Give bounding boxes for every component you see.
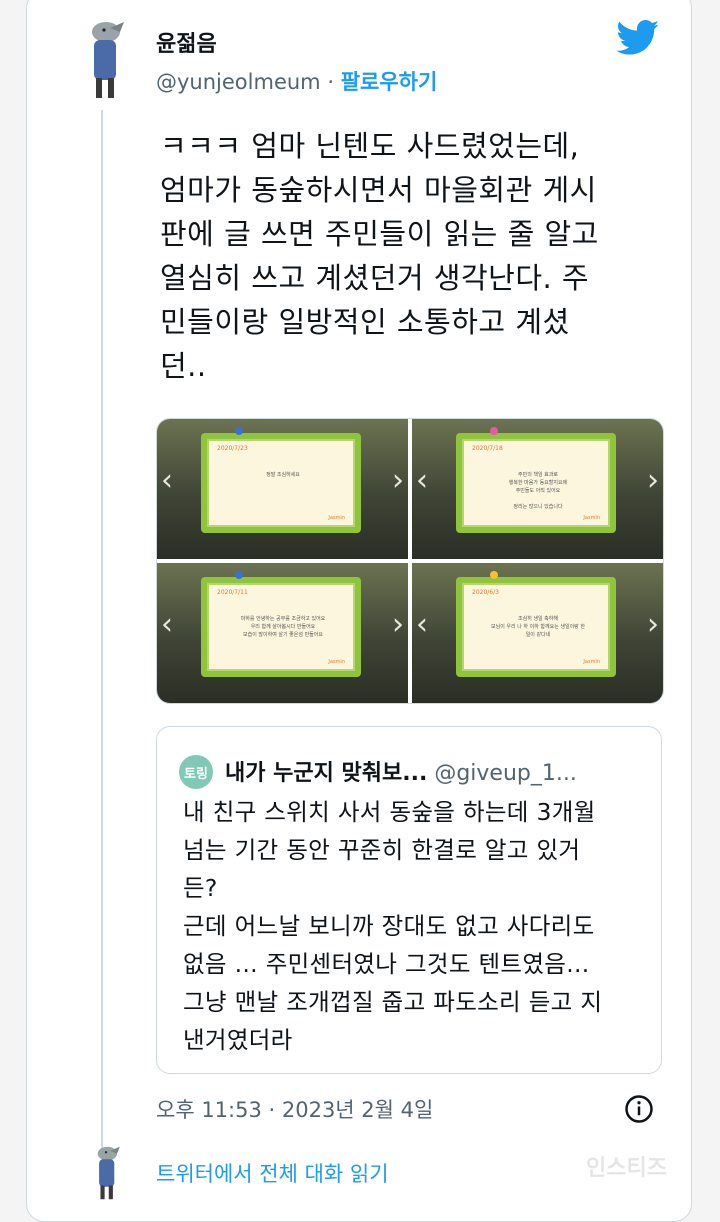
- tweet-text-line: ㅋㅋㅋ 엄마 닌텐도 사드렸었는데,: [160, 129, 580, 163]
- tweet-timestamp[interactable]: 오후 11:53 · 2023년 2월 4일: [156, 1094, 433, 1124]
- quote-avatar: 토링: [179, 755, 213, 789]
- chevron-right-icon: ›: [647, 463, 659, 498]
- bulletin-message: 주민의 책임 효과로 행복한 마음가 동요할지요에 주민들도 아직 있어요 정리…: [508, 472, 568, 510]
- bulletin-message: 조심히 생일 축하해 모님이 우리 나 하 이하 함께요는 생일이랑 한 일이 …: [491, 616, 585, 638]
- bulletin-date: 2020/7/23: [217, 445, 248, 452]
- twitter-bird-icon[interactable]: [616, 20, 660, 60]
- bulletin-signature: Jasmin: [328, 659, 345, 665]
- quote-text-line: 든?: [183, 874, 218, 902]
- bulletin-signature: Jasmin: [328, 515, 345, 521]
- author-avatar[interactable]: [80, 18, 128, 102]
- bulletin-paper: 2020/7/23 정말 조심하세요 Jasmin: [207, 439, 355, 527]
- tweet-text-line: 민들이랑 일방적인 소통하고 계셨: [160, 305, 570, 339]
- quoted-tweet[interactable]: 토링 내가 누군지 맞춰보... @giveup_1... 내 친구 스위치 사…: [156, 726, 662, 1074]
- media-image-1[interactable]: 2020/7/23 정말 조심하세요 Jasmin ‹ ›: [157, 419, 408, 559]
- bulletin-signature: Jasmin: [583, 659, 600, 665]
- author-name[interactable]: 윤젊음: [156, 26, 217, 58]
- bulletin-board: 2020/6/3 조심히 생일 축하해 모님이 우리 나 하 이하 함께요는 생…: [456, 577, 616, 677]
- quote-text: 내 친구 스위치 사서 동숲을 하는데 3개월 넘는 기간 동안 꾸준히 한결로…: [183, 793, 653, 1059]
- chevron-left-icon: ‹: [161, 607, 173, 642]
- quote-text-line: 내 친구 스위치 사서 동숲을 하는데 3개월: [183, 798, 596, 826]
- flower-pin-icon: [490, 427, 498, 435]
- quote-text-line: 낸거였더라: [183, 1026, 293, 1054]
- quote-text-line: 그냥 맨날 조개껍질 줍고 파도소리 듣고 지: [183, 988, 603, 1016]
- bulletin-date: 2020/7/18: [472, 445, 503, 452]
- pin-icon: [235, 571, 243, 579]
- chevron-right-icon: ›: [392, 607, 404, 642]
- author-handle[interactable]: @yunjeolmeum: [156, 70, 321, 94]
- bulletin-signature: Jasmin: [583, 515, 600, 521]
- chevron-right-icon: ›: [392, 463, 404, 498]
- thread-line: [101, 110, 103, 1150]
- watermark: 인스티즈: [586, 1156, 667, 1181]
- pin-icon: [235, 427, 243, 435]
- media-image-2[interactable]: 2020/7/18 주민의 책임 효과로 행복한 마음가 동요할지요에 주민들도…: [412, 419, 663, 559]
- quote-author-name: 내가 누군지 맞춰보...: [225, 761, 428, 786]
- bulletin-board: 2020/7/11 마하를 안녕하는 공부를 조금하고 있어요 우리 함께 살아…: [201, 577, 361, 677]
- read-full-conversation-link[interactable]: 트위터에서 전체 대화 읽기: [156, 1158, 389, 1188]
- media-image-4[interactable]: 2020/6/3 조심히 생일 축하해 모님이 우리 나 하 이하 함께요는 생…: [412, 563, 663, 703]
- quote-author-handle: @giveup_1...: [434, 761, 577, 786]
- media-grid: 2020/7/23 정말 조심하세요 Jasmin ‹ › 2020/7/18 …: [156, 418, 664, 704]
- chevron-left-icon: ‹: [416, 463, 428, 498]
- quote-text-line: 넘는 기간 동안 꾸준히 한결로 알고 있거: [183, 836, 581, 864]
- bulletin-message: 정말 조심하세요: [266, 472, 300, 478]
- tweet-text-line: 던..: [160, 349, 207, 383]
- follow-button[interactable]: 팔로우하기: [341, 70, 438, 94]
- author-avatar-small[interactable]: [86, 1144, 126, 1202]
- chevron-left-icon: ‹: [416, 607, 428, 642]
- bulletin-date: 2020/6/3: [472, 589, 499, 596]
- bulletin-message: 마하를 안녕하는 공부를 조금하고 있어요 우리 함께 살아봅시다 만들어요 모…: [240, 616, 326, 638]
- bulletin-paper: 2020/6/3 조심히 생일 축하해 모님이 우리 나 하 이하 함께요는 생…: [462, 583, 610, 671]
- media-image-3[interactable]: 2020/7/11 마하를 안녕하는 공부를 조금하고 있어요 우리 함께 살아…: [157, 563, 408, 703]
- bulletin-paper: 2020/7/11 마하를 안녕하는 공부를 조금하고 있어요 우리 함께 살아…: [207, 583, 355, 671]
- quote-text-line: 없음 ... 주민센터였나 그것도 텐트였음...: [183, 950, 590, 978]
- info-icon[interactable]: [624, 1094, 654, 1128]
- author-handle-row: @yunjeolmeum · 팔로우하기: [156, 66, 437, 96]
- flower-pin-icon: [490, 571, 498, 579]
- tweet-text-line: 판에 글 쓰면 주민들이 읽는 줄 알고: [160, 217, 599, 251]
- bulletin-board: 2020/7/23 정말 조심하세요 Jasmin: [201, 433, 361, 533]
- tweet-text: ㅋㅋㅋ 엄마 닌텐도 사드렸었는데, 엄마가 동숲하시면서 마을회관 게시 판에…: [160, 124, 660, 388]
- bulletin-paper: 2020/7/18 주민의 책임 효과로 행복한 마음가 동요할지요에 주민들도…: [462, 439, 610, 527]
- chevron-right-icon: ›: [647, 607, 659, 642]
- tweet-text-line: 엄마가 동숲하시면서 마을회관 게시: [160, 173, 597, 207]
- bulletin-date: 2020/7/11: [217, 589, 248, 596]
- tweet-text-line: 열심히 쓰고 계셨던거 생각난다. 주: [160, 261, 590, 295]
- bulletin-board: 2020/7/18 주민의 책임 효과로 행복한 마음가 동요할지요에 주민들도…: [456, 433, 616, 533]
- quote-text-line: 근데 어느날 보니까 장대도 없고 사다리도: [183, 912, 595, 940]
- chevron-left-icon: ‹: [161, 463, 173, 498]
- handle-separator: ·: [327, 70, 335, 94]
- quote-header: 내가 누군지 맞춰보... @giveup_1...: [225, 755, 577, 787]
